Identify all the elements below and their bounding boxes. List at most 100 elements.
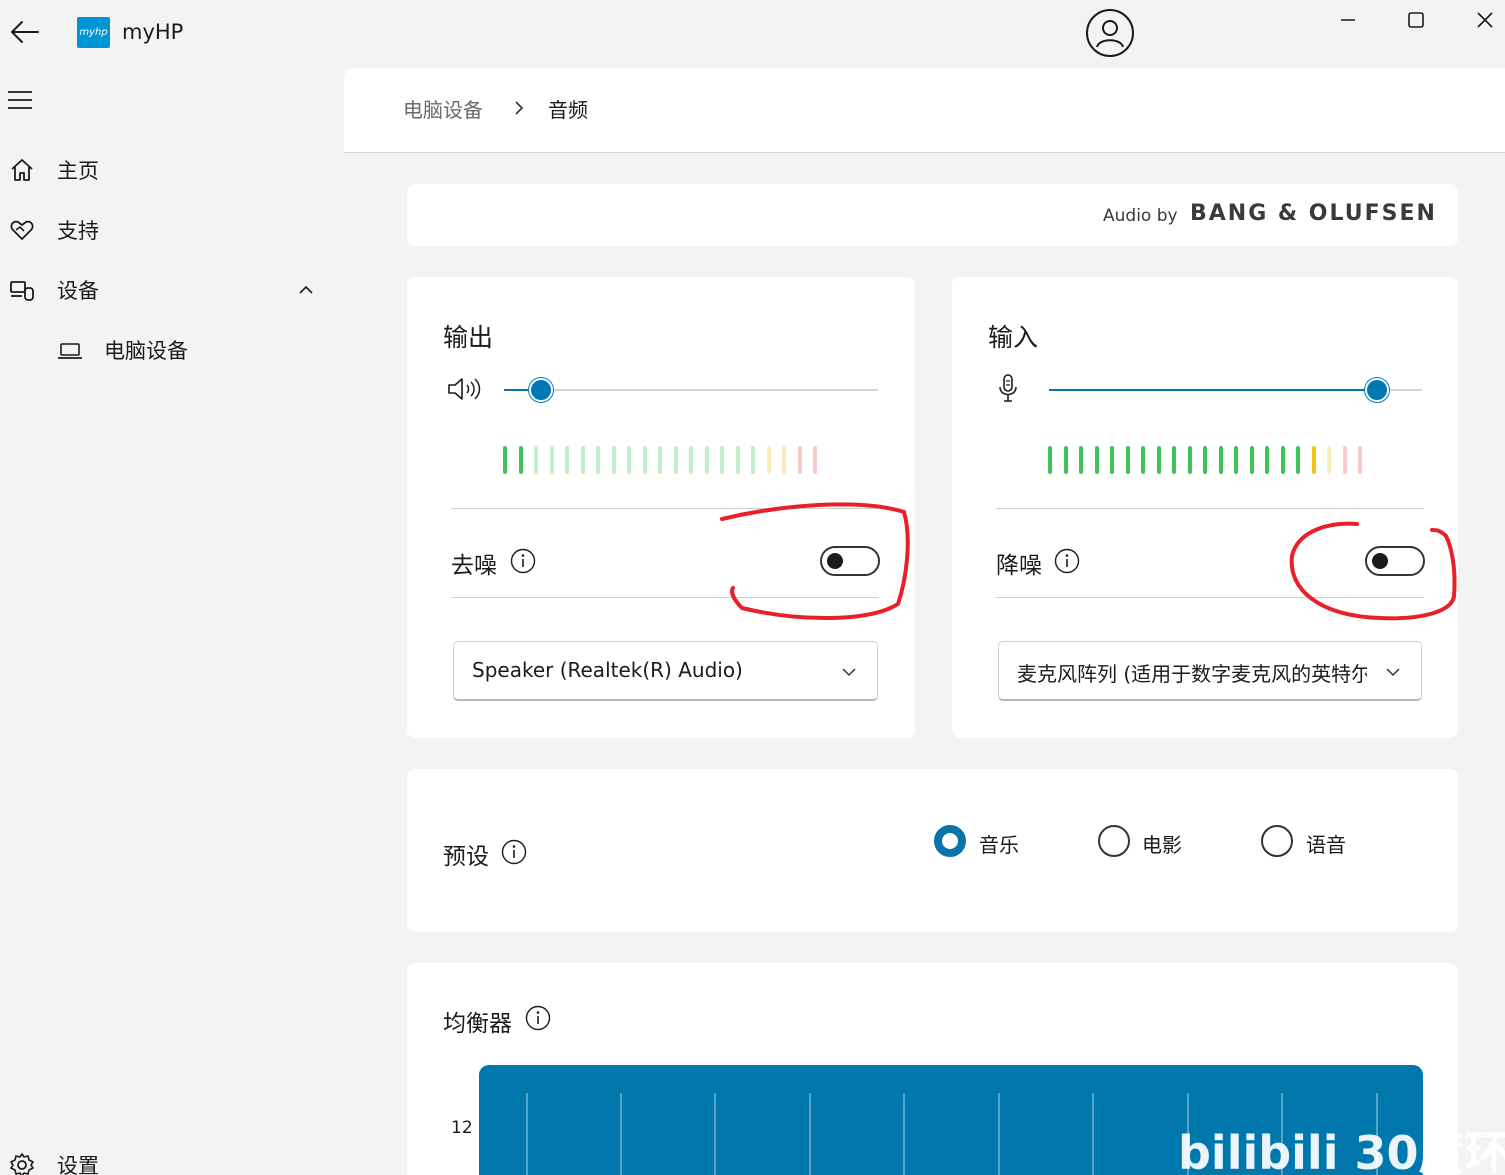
preset-radio-music[interactable] xyxy=(934,825,966,857)
chevron-up-icon xyxy=(299,285,313,294)
info-icon[interactable] xyxy=(501,839,527,865)
preset-card xyxy=(407,769,1458,932)
meter-bar xyxy=(658,446,662,474)
sidebar-item-label: 设备 xyxy=(57,279,99,303)
equalizer-label: 均衡器 xyxy=(443,1011,512,1037)
app-logo: myhp xyxy=(77,17,110,48)
microphone-icon[interactable] xyxy=(996,373,1020,405)
chevron-down-icon xyxy=(842,668,856,677)
back-arrow-icon xyxy=(11,21,39,43)
support-heart-icon xyxy=(10,220,34,240)
meter-bar xyxy=(1203,446,1207,474)
preset-option-label: 音乐 xyxy=(979,833,1019,857)
minimize-icon xyxy=(1341,19,1355,21)
bilibili-watermark: bilibili 30度环 xyxy=(1178,1126,1505,1175)
app-title: myHP xyxy=(122,20,184,44)
divider xyxy=(996,508,1424,509)
input-level-meter xyxy=(1048,446,1362,474)
output-noise-toggle[interactable] xyxy=(820,546,880,576)
meter-bar xyxy=(1063,446,1068,474)
brand-audio-by: Audio by xyxy=(1103,206,1178,226)
sidebar-item-label: 支持 xyxy=(57,219,99,243)
divider xyxy=(451,508,879,509)
meter-bar xyxy=(1311,446,1316,474)
info-icon[interactable] xyxy=(510,548,536,574)
meter-bar xyxy=(1296,446,1300,474)
close-button[interactable] xyxy=(1465,6,1505,34)
chevron-down-icon xyxy=(1386,668,1400,677)
sidebar-item-home[interactable]: 主页 xyxy=(0,145,330,195)
meter-bar xyxy=(1280,446,1285,474)
maximize-button[interactable] xyxy=(1396,6,1436,34)
meter-bar xyxy=(704,446,709,474)
preset-label: 预设 xyxy=(443,844,489,870)
meter-bar xyxy=(1110,446,1114,474)
input-noise-label: 降噪 xyxy=(996,553,1042,579)
input-noise-toggle[interactable] xyxy=(1365,546,1425,576)
meter-bar xyxy=(596,446,600,474)
meter-bar xyxy=(1327,446,1331,474)
minimize-button[interactable] xyxy=(1328,6,1368,34)
user-icon xyxy=(1096,20,1124,48)
meter-bar xyxy=(627,446,631,474)
input-volume-fill xyxy=(1049,389,1378,391)
meter-bar xyxy=(1141,446,1145,474)
maximize-icon xyxy=(1408,12,1424,28)
meter-bar xyxy=(1342,446,1347,474)
meter-bar xyxy=(1265,446,1269,474)
toggle-knob xyxy=(827,553,843,569)
meter-bar xyxy=(1249,446,1254,474)
meter-bar xyxy=(720,446,724,474)
meter-bar xyxy=(766,446,771,474)
devices-icon xyxy=(10,281,34,301)
meter-bar xyxy=(1156,446,1161,474)
divider xyxy=(996,597,1424,598)
sidebar-item-support[interactable]: 支持 xyxy=(0,205,330,255)
sidebar-item-devices[interactable]: 设备 xyxy=(0,265,330,315)
sidebar-item-label: 电脑设备 xyxy=(104,339,188,363)
output-title: 输出 xyxy=(443,323,494,352)
laptop-icon xyxy=(58,343,82,359)
meter-bar xyxy=(813,446,817,474)
sidebar-item-label: 主页 xyxy=(57,159,99,183)
output-device-select[interactable]: Speaker (Realtek(R) Audio) xyxy=(453,641,878,701)
sidebar-item-settings[interactable]: 设置 xyxy=(0,1140,330,1175)
close-icon xyxy=(1477,12,1493,28)
meter-bar xyxy=(689,446,693,474)
meter-bar xyxy=(534,446,538,474)
preset-radio-voice[interactable] xyxy=(1261,825,1293,857)
output-device-value: Speaker (Realtek(R) Audio) xyxy=(472,658,743,682)
back-button[interactable] xyxy=(4,14,44,50)
info-icon[interactable] xyxy=(1054,548,1080,574)
preset-option-label: 语音 xyxy=(1306,833,1346,857)
gear-icon xyxy=(10,1153,34,1175)
meter-bar xyxy=(518,446,523,474)
info-icon[interactable] xyxy=(525,1005,551,1031)
menu-button[interactable] xyxy=(6,86,36,114)
meter-bar xyxy=(673,446,678,474)
meter-bar xyxy=(797,446,802,474)
meter-bar xyxy=(1094,446,1099,474)
breadcrumb-current: 音频 xyxy=(548,98,588,122)
output-level-meter xyxy=(503,446,817,474)
meter-bar xyxy=(642,446,647,474)
preset-option-label: 电影 xyxy=(1142,833,1182,857)
meter-bar xyxy=(1358,446,1362,474)
meter-bar xyxy=(1187,446,1192,474)
meter-bar xyxy=(503,446,507,474)
account-button[interactable] xyxy=(1086,9,1134,57)
speaker-icon[interactable] xyxy=(446,375,482,403)
meter-bar xyxy=(1125,446,1130,474)
breadcrumb-parent[interactable]: 电脑设备 xyxy=(403,94,483,123)
sidebar-item-pc-device[interactable]: 电脑设备 xyxy=(0,325,330,375)
meter-bar xyxy=(782,446,786,474)
meter-bar xyxy=(565,446,569,474)
sidebar-item-label: 设置 xyxy=(57,1154,99,1175)
output-noise-label: 去噪 xyxy=(451,553,497,579)
input-device-select[interactable]: 麦克风阵列 (适用于数字麦克风的英特尔 xyxy=(998,641,1422,701)
meter-bar xyxy=(1234,446,1238,474)
meter-bar xyxy=(751,446,755,474)
output-volume-track[interactable] xyxy=(504,389,878,391)
input-device-value: 麦克风阵列 (适用于数字麦克风的英特尔 xyxy=(1017,662,1367,686)
preset-radio-movie[interactable] xyxy=(1098,825,1130,857)
